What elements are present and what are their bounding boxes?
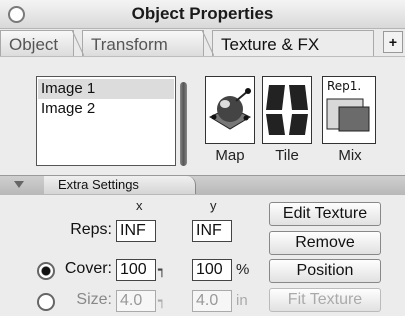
tile-button[interactable] [262,76,312,144]
map-label: Map [215,147,245,164]
extra-settings-tab[interactable]: Extra Settings [44,176,196,194]
cover-unit: % [236,261,250,278]
map-button[interactable] [205,76,255,144]
disclosure-triangle-icon[interactable] [14,181,24,188]
tab-divider [202,30,214,56]
window-title: Object Properties [131,4,274,23]
cover-x-field[interactable]: 100 [116,259,156,281]
tab-object[interactable]: Object [0,30,74,56]
mix-badge: Rep1. [327,79,362,93]
mix-button[interactable]: Rep1. [322,76,376,144]
column-header-y: y [210,198,217,213]
aspect-lock-icon[interactable]: ┑ [158,293,166,309]
tab-texture-fx[interactable]: Texture & FX [212,30,374,56]
reps-label: Reps: [70,221,112,238]
aspect-lock-icon[interactable]: ┑ [158,262,166,278]
fit-texture-button[interactable]: Fit Texture [269,288,381,312]
list-item[interactable]: Image 1 [38,79,174,99]
reps-x-field[interactable]: INF [116,220,156,242]
size-x-field[interactable]: 4.0 [116,290,156,312]
edit-texture-button[interactable]: Edit Texture [269,202,381,226]
position-button[interactable]: Position [269,259,381,283]
tile-label: Tile [275,147,299,164]
list-splitter-handle[interactable] [180,82,187,166]
tab-divider [72,30,84,56]
cover-y-field[interactable]: 100 [192,259,232,281]
cover-label: Cover: [64,260,112,277]
image-list[interactable]: Image 1 Image 2 [36,76,176,166]
size-y-field[interactable]: 4.0 [192,290,232,312]
map-sphere-icon [206,77,254,143]
size-unit: in [236,292,248,309]
list-item[interactable]: Image 2 [38,99,174,119]
plus-icon[interactable]: + [383,31,403,53]
mix-label: Mix [338,147,362,164]
size-label: Size: [76,291,112,308]
column-header-x: x [136,198,143,213]
reps-y-field[interactable]: INF [192,220,232,242]
tab-transform[interactable]: Transform [82,30,204,56]
tile-grid-icon [263,77,311,143]
remove-button[interactable]: Remove [269,231,381,255]
